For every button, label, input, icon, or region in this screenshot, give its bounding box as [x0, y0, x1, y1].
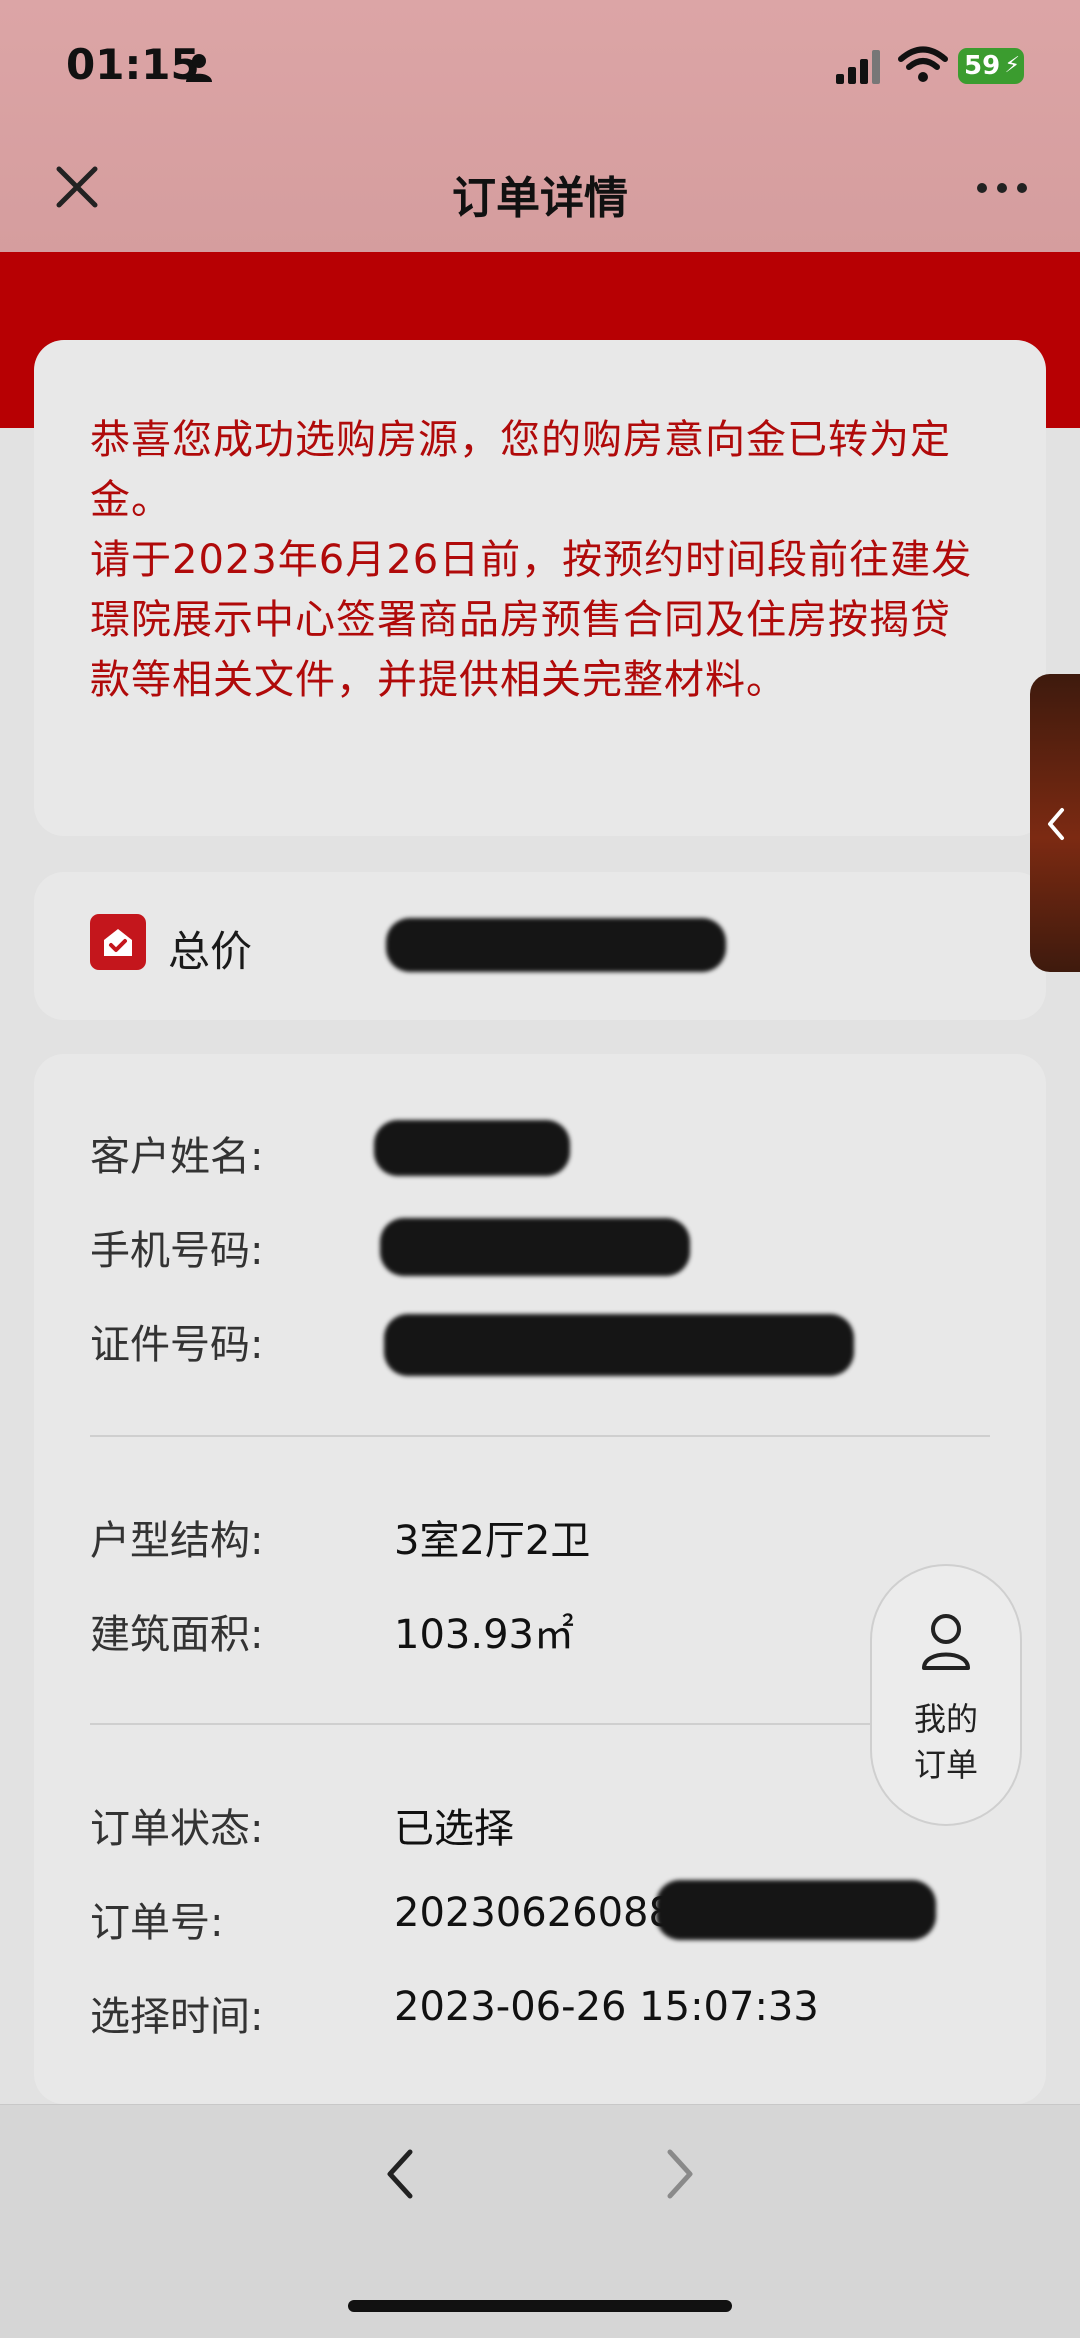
charging-bolt-icon: ⚡ — [1004, 53, 1020, 78]
notice-card: 恭喜您成功选购房源，您的购房意向金已转为定金。 请于2023年6月26日前，按预… — [34, 340, 1046, 836]
side-drawer-tab[interactable] — [1030, 674, 1080, 972]
my-orders-label-line2: 订单 — [913, 1746, 978, 1784]
order-number-label: 订单号: — [90, 1900, 224, 1946]
area-value: 103.93㎡ — [394, 1612, 574, 1658]
order-number-value: 20230626088 — [394, 1890, 674, 1936]
divider — [90, 1723, 990, 1725]
redacted-price — [386, 918, 726, 972]
my-orders-button[interactable]: 我的 订单 — [870, 1564, 1022, 1826]
wifi-icon — [898, 46, 948, 82]
redacted-id-number — [384, 1314, 854, 1376]
house-check-icon — [90, 914, 146, 970]
order-status-label: 订单状态: — [90, 1806, 264, 1852]
more-dot-icon — [1017, 183, 1027, 193]
status-time: 01:15 — [66, 40, 200, 89]
more-dot-icon — [977, 183, 987, 193]
redacted-customer-name — [374, 1120, 570, 1176]
home-indicator[interactable] — [348, 2300, 732, 2312]
battery-indicator: 59 ⚡ — [958, 48, 1024, 84]
more-dot-icon — [997, 183, 1007, 193]
back-arrow-icon[interactable] — [382, 2144, 418, 2204]
layout-label: 户型结构: — [90, 1518, 264, 1564]
customer-name-label: 客户姓名: — [90, 1134, 264, 1180]
select-time-value: 2023-06-26 15:07:33 — [394, 1984, 819, 2030]
redacted-phone — [380, 1218, 690, 1276]
my-orders-label-line1: 我的 — [913, 1700, 978, 1738]
forward-arrow-icon[interactable] — [662, 2144, 698, 2204]
id-number-label: 证件号码: — [90, 1322, 264, 1368]
chevron-left-icon — [1048, 808, 1064, 840]
close-button[interactable] — [52, 162, 102, 212]
redacted-order-number — [656, 1880, 936, 1940]
person-status-icon — [186, 54, 212, 82]
divider — [90, 1435, 990, 1437]
my-orders-label: 我的 订单 — [872, 1696, 1020, 1788]
order-info-card: 客户姓名: 手机号码: 证件号码: 户型结构: 3室2厅2卫 建筑面积: 103… — [34, 1054, 1046, 2104]
total-price-card: 总价 — [34, 872, 1046, 1020]
phone-label: 手机号码: — [90, 1228, 264, 1274]
user-icon — [922, 1614, 970, 1670]
signal-icon — [836, 50, 880, 84]
area-label: 建筑面积: — [90, 1612, 264, 1658]
battery-level: 59 — [964, 51, 1001, 81]
more-options-button[interactable] — [972, 178, 1032, 197]
layout-value: 3室2厅2卫 — [394, 1518, 591, 1564]
top-header — [0, 0, 1080, 252]
order-status-value: 已选择 — [394, 1806, 514, 1852]
total-price-label: 总价 — [168, 927, 253, 976]
notice-message: 恭喜您成功选购房源，您的购房意向金已转为定金。 请于2023年6月26日前，按预… — [90, 417, 973, 703]
select-time-label: 选择时间: — [90, 1994, 264, 2040]
